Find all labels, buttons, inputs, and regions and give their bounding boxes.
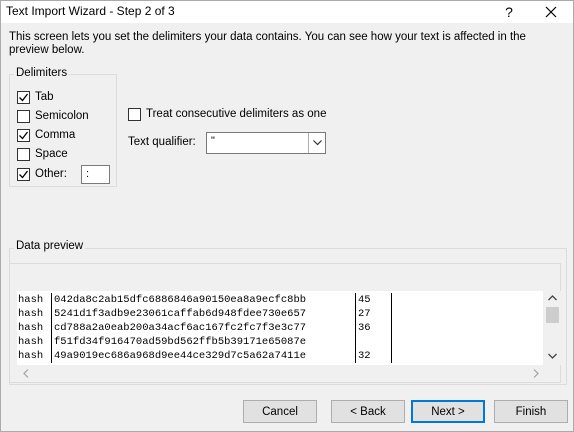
checkmark-icon — [19, 131, 29, 139]
checkmark-icon — [19, 93, 29, 101]
semicolon-label: Semicolon — [35, 110, 89, 122]
scrollbar-thumb[interactable] — [546, 307, 559, 323]
back-button[interactable]: < Back — [331, 400, 405, 423]
text-qualifier-value: " — [211, 135, 215, 147]
preview-cell: 49a9019ec686a968d9ee44ce329d7c5a62a7411e — [51, 349, 355, 363]
other-label: Other: — [35, 168, 67, 180]
checkmark-icon — [19, 170, 29, 178]
preview-cell: 45 — [355, 293, 391, 307]
preview-cell: 32 — [355, 349, 391, 363]
delimiters-legend: Delimiters — [14, 67, 70, 79]
text-qualifier-label: Text qualifier: — [128, 136, 196, 148]
preview-cell — [391, 321, 543, 335]
space-checkbox-box[interactable] — [17, 147, 30, 161]
scroll-right-icon[interactable] — [533, 369, 539, 378]
preview-cell: 5241d1f3adb9e23061caffab6d948fdee730e657 — [51, 307, 355, 321]
text-qualifier-select[interactable]: " — [206, 132, 326, 154]
chevron-down-icon — [312, 140, 322, 146]
preview-cell — [391, 293, 543, 307]
space-label: Space — [35, 148, 68, 160]
comma-checkbox-box[interactable] — [17, 128, 30, 142]
preview-cell: 27 — [355, 307, 391, 321]
data-preview-legend: Data preview — [14, 240, 86, 252]
tab-checkbox-box[interactable] — [17, 90, 30, 104]
other-checkbox[interactable]: Other: — [17, 166, 67, 182]
cancel-button[interactable]: Cancel — [243, 400, 317, 423]
table-row: hash 042da8c2ab15dfc6886846a90150ea8a9ec… — [17, 293, 543, 307]
consecutive-checkbox-box[interactable] — [128, 107, 141, 121]
comma-label: Comma — [35, 129, 76, 141]
semicolon-checkbox-box[interactable] — [17, 109, 30, 123]
intro-text: This screen lets you set the delimiters … — [9, 31, 526, 56]
table-row: hash 49a9019ec686a968d9ee44ce329d7c5a62a… — [17, 349, 543, 363]
preview-cell: f51fd34f916470ad59bd562ffb5b39171e65087e — [51, 335, 355, 349]
tab-label: Tab — [35, 91, 54, 103]
finish-button[interactable]: Finish — [494, 400, 568, 423]
preview-cell: 36 — [355, 321, 391, 335]
semicolon-checkbox[interactable]: Semicolon — [17, 108, 89, 124]
preview-cell: hash — [18, 322, 44, 334]
preview-cell — [391, 307, 543, 321]
dropdown-arrow[interactable] — [308, 133, 325, 153]
scroll-left-icon[interactable] — [23, 369, 29, 378]
table-row: hash cd788a2a0eab200a34acf6ac167fc2fc7f3… — [17, 321, 543, 335]
preview-cell: hash — [18, 294, 44, 306]
preview-cell: hash — [18, 308, 44, 320]
consecutive-label: Treat consecutive delimiters as one — [146, 108, 327, 120]
preview-cell: 042da8c2ab15dfc6886846a90150ea8a9ecfc8bb — [51, 293, 355, 307]
preview-cell — [355, 335, 391, 349]
next-button[interactable]: Next > — [411, 400, 485, 423]
comma-checkbox[interactable]: Comma — [17, 127, 75, 143]
preview-cell: cd788a2a0eab200a34acf6ac167fc2fc7f3e3c77 — [51, 321, 355, 335]
other-checkbox-box[interactable] — [17, 167, 30, 181]
preview-cell — [391, 335, 543, 349]
title-bar: Text Import Wizard - Step 2 of 3 ? — [1, 1, 573, 23]
scroll-up-icon[interactable] — [548, 295, 557, 301]
scroll-down-icon[interactable] — [548, 353, 557, 359]
tab-checkbox[interactable]: Tab — [17, 89, 54, 105]
help-button[interactable]: ? — [491, 1, 527, 23]
preview-cell — [391, 349, 543, 363]
close-button[interactable] — [533, 1, 569, 23]
consecutive-delimiters-checkbox[interactable]: Treat consecutive delimiters as one — [128, 106, 326, 122]
horizontal-scrollbar[interactable] — [17, 365, 544, 382]
preview-cell: hash — [18, 336, 44, 348]
close-icon — [545, 6, 557, 18]
text-import-wizard-dialog: Text Import Wizard - Step 2 of 3 ? This … — [0, 0, 574, 432]
window-title: Text Import Wizard - Step 2 of 3 — [6, 4, 175, 18]
other-delimiter-input[interactable]: : — [81, 165, 110, 184]
table-row: hash 5241d1f3adb9e23061caffab6d948fdee73… — [17, 307, 543, 321]
preview-cell: hash — [18, 350, 44, 362]
vertical-scrollbar[interactable] — [544, 291, 561, 365]
table-row: hash f51fd34f916470ad59bd562ffb5b39171e6… — [17, 335, 543, 349]
data-preview-grid[interactable]: hash 042da8c2ab15dfc6886846a90150ea8a9ec… — [17, 291, 543, 365]
space-checkbox[interactable]: Space — [17, 146, 68, 162]
